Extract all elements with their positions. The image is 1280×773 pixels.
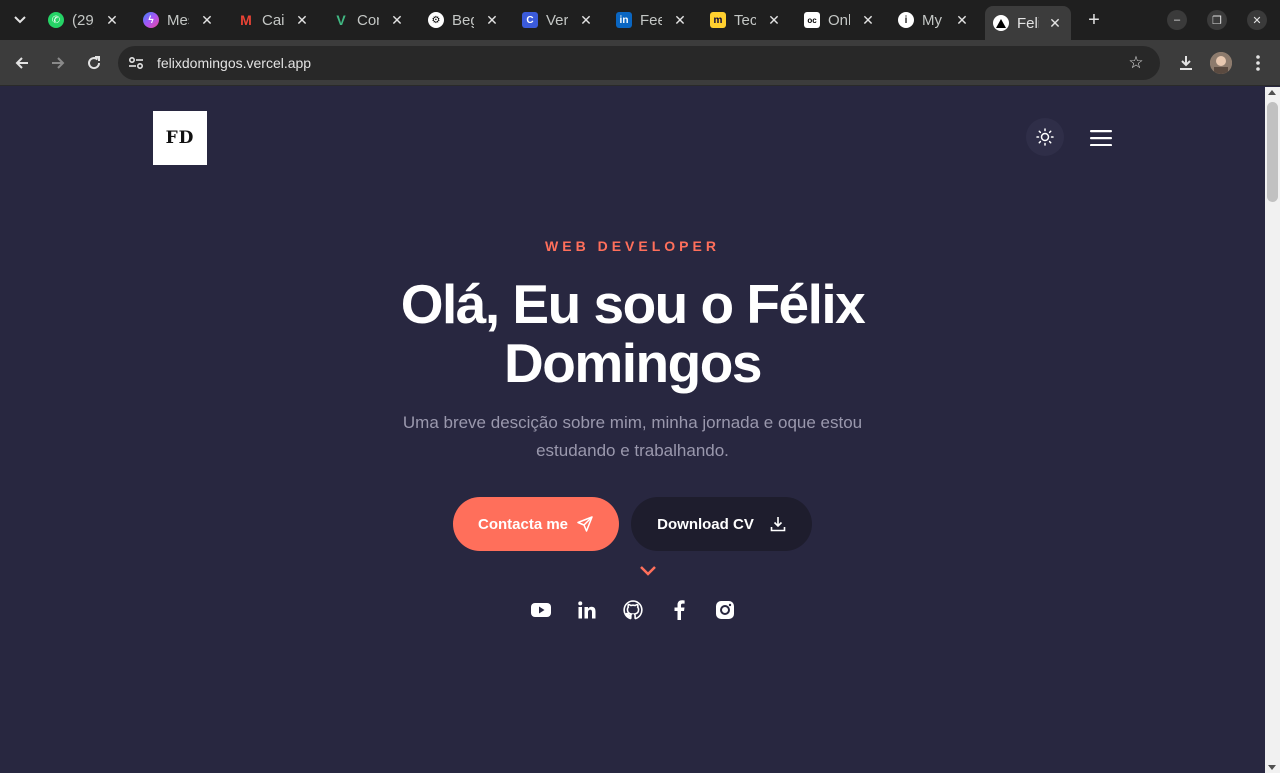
forward-button[interactable] bbox=[46, 51, 70, 75]
browser-tab[interactable]: V Con ✕ bbox=[333, 6, 405, 34]
logo-text: FD bbox=[165, 128, 195, 148]
minimize-button[interactable]: – bbox=[1167, 10, 1187, 30]
github-icon[interactable] bbox=[622, 599, 643, 621]
browser-toolbar: felixdomingos.vercel.app ☆ bbox=[0, 40, 1280, 86]
arrow-left-icon bbox=[15, 57, 28, 69]
close-icon[interactable]: ✕ bbox=[954, 12, 970, 28]
facebook-icon[interactable] bbox=[669, 599, 689, 621]
contact-button[interactable]: Contacta me bbox=[453, 497, 619, 551]
page-scrollbar[interactable] bbox=[1265, 87, 1280, 773]
download-icon bbox=[1180, 56, 1192, 70]
browser-tab[interactable]: i My ✕ bbox=[898, 6, 970, 34]
browser-tab[interactable]: M Caix ✕ bbox=[238, 6, 310, 34]
close-icon[interactable]: ✕ bbox=[389, 12, 405, 28]
tab-title: Fee bbox=[640, 11, 662, 29]
linkedin-icon[interactable] bbox=[577, 599, 597, 621]
browser-tab[interactable]: m Tec ✕ bbox=[710, 6, 782, 34]
instagram-icon[interactable] bbox=[715, 599, 735, 621]
contact-button-label: Contacta me bbox=[477, 515, 569, 533]
tab-title: Ver bbox=[546, 11, 568, 29]
linkedin-icon: in bbox=[616, 12, 632, 28]
browser-tab[interactable]: oc Onl ✕ bbox=[804, 6, 876, 34]
close-icon[interactable]: ✕ bbox=[199, 12, 215, 28]
page-viewport: FD WEB DEVELOPER Olá, Eu sou o Félix Dom… bbox=[0, 87, 1265, 773]
miro-icon: m bbox=[710, 12, 726, 28]
close-icon[interactable]: ✕ bbox=[860, 12, 876, 28]
browser-tab[interactable]: in Fee ✕ bbox=[616, 6, 688, 34]
close-icon[interactable]: ✕ bbox=[578, 12, 594, 28]
browser-tab-active[interactable]: Feli ✕ bbox=[985, 6, 1071, 40]
scroll-down-arrow-icon[interactable] bbox=[1268, 765, 1276, 770]
download-cv-button[interactable]: Download CV bbox=[631, 497, 812, 551]
whatsapp-icon: ✆ bbox=[48, 12, 64, 28]
tab-title: My bbox=[922, 11, 942, 29]
scroll-up-arrow-icon[interactable] bbox=[1268, 90, 1276, 95]
close-icon[interactable]: ✕ bbox=[766, 12, 782, 28]
reload-icon bbox=[88, 56, 101, 70]
browser-tab[interactable]: C Ver ✕ bbox=[522, 6, 594, 34]
hero-title: Olá, Eu sou o Félix Domingos bbox=[0, 275, 1265, 393]
download-cv-label: Download CV bbox=[657, 515, 754, 533]
oc-icon: oc bbox=[804, 12, 820, 28]
openai-icon: ⚙ bbox=[428, 12, 444, 28]
hero-title-line-2: Domingos bbox=[504, 332, 762, 394]
hero-title-line-1: Olá, Eu sou o Félix bbox=[400, 273, 866, 335]
restore-button[interactable]: ❐ bbox=[1207, 10, 1227, 30]
tab-title: Tec bbox=[734, 11, 756, 29]
browser-tab[interactable]: ✆ (29) ✕ bbox=[48, 6, 120, 34]
tab-title: Caix bbox=[262, 11, 284, 29]
tab-title: Onl bbox=[828, 11, 850, 29]
hamburger-menu-button[interactable] bbox=[1088, 127, 1114, 149]
bookmark-star-icon[interactable]: ☆ bbox=[1126, 53, 1146, 73]
tab-title: (29) bbox=[72, 11, 94, 29]
scrollbar-thumb[interactable] bbox=[1267, 102, 1278, 202]
profile-avatar[interactable] bbox=[1210, 52, 1232, 74]
theme-toggle-button[interactable] bbox=[1026, 118, 1064, 156]
vercel-icon bbox=[993, 15, 1009, 31]
tab-title: Feli bbox=[1017, 14, 1039, 32]
reload-button[interactable] bbox=[82, 51, 106, 75]
vue-icon: V bbox=[336, 12, 346, 28]
downloads-button[interactable] bbox=[1174, 51, 1198, 75]
download-icon bbox=[770, 517, 786, 532]
tab-strip: ✆ (29) ✕ ϟ Mes ✕ M Caix ✕ V Con ✕ ⚙ Beg … bbox=[0, 0, 1280, 40]
close-window-button[interactable]: ✕ bbox=[1247, 10, 1267, 30]
address-bar[interactable]: felixdomingos.vercel.app ☆ bbox=[118, 46, 1160, 80]
sun-icon bbox=[1036, 128, 1054, 146]
url-text: felixdomingos.vercel.app bbox=[157, 55, 312, 71]
hero-description: Uma breve descição sobre mim, minha jorn… bbox=[402, 413, 863, 460]
site-settings-icon[interactable] bbox=[128, 55, 144, 71]
close-icon[interactable]: ✕ bbox=[484, 12, 500, 28]
close-icon[interactable]: ✕ bbox=[294, 12, 310, 28]
browser-tab[interactable]: ⚙ Beg ✕ bbox=[428, 6, 500, 34]
tab-title: Beg bbox=[452, 11, 474, 29]
browser-tab[interactable]: ϟ Mes ✕ bbox=[143, 6, 215, 34]
browser-menu-button[interactable] bbox=[1246, 51, 1270, 75]
arrow-right-icon bbox=[52, 57, 65, 69]
close-icon[interactable]: ✕ bbox=[104, 12, 120, 28]
menu-icon bbox=[1090, 130, 1112, 146]
site-logo[interactable]: FD bbox=[153, 111, 207, 165]
chevron-down-icon bbox=[14, 16, 26, 24]
tab-search-button[interactable] bbox=[8, 8, 32, 32]
messenger-icon: ϟ bbox=[143, 12, 159, 28]
scroll-down-chevron-icon[interactable] bbox=[639, 565, 657, 577]
more-vert-icon bbox=[1256, 55, 1260, 71]
gmail-icon: M bbox=[240, 12, 252, 28]
tab-title: Con bbox=[357, 11, 379, 29]
send-icon bbox=[577, 516, 593, 532]
close-icon[interactable]: ✕ bbox=[1047, 15, 1063, 31]
new-tab-button[interactable]: + bbox=[1082, 8, 1106, 32]
csharp-icon: C bbox=[522, 12, 538, 28]
info-icon: i bbox=[898, 12, 914, 28]
youtube-icon[interactable] bbox=[530, 599, 551, 621]
back-button[interactable] bbox=[10, 51, 34, 75]
tab-title: Mes bbox=[167, 11, 189, 29]
social-links bbox=[0, 599, 1265, 621]
close-icon[interactable]: ✕ bbox=[672, 12, 688, 28]
hero-subtitle: WEB DEVELOPER bbox=[545, 238, 720, 254]
